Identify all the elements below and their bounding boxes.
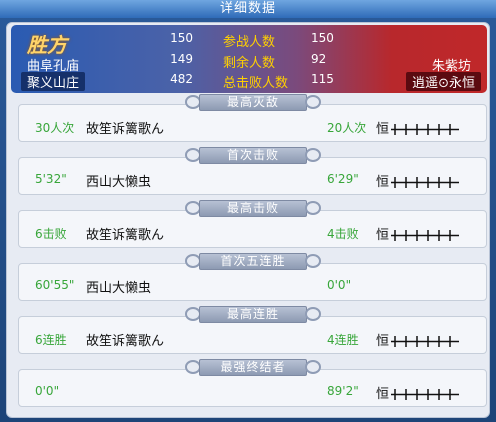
right-player-name-text: 恒 xyxy=(376,122,390,137)
rank-marks-icon xyxy=(391,229,460,242)
record-panel-top-streak: 最高连胜 6连胜 故笙诉篱歌ん 4连胜 恒 xyxy=(18,306,487,354)
record-title-ribbon: 最高击败 xyxy=(183,199,323,219)
left-record-value: 6连胜 xyxy=(35,333,67,347)
swirl-ornament-icon xyxy=(305,148,321,162)
left-stat-value: 149 xyxy=(170,52,193,66)
right-player-name xyxy=(376,277,378,292)
stat-row-participants: 150 参战人数 150 xyxy=(161,31,361,50)
record-panel-strongest-finisher: 最强终结者 0'0" 89'2" 恒 xyxy=(18,359,487,407)
right-record-value: 6'29" xyxy=(327,172,359,186)
left-team-name-2: 聚义山庄 xyxy=(21,72,86,91)
record-panel-first-five-streak: 首次五连胜 60'55" 西山大懒虫 0'0" xyxy=(18,253,487,301)
left-record-value: 0'0" xyxy=(35,384,60,398)
record-title-ribbon: 最高灭敌 xyxy=(183,93,323,113)
right-record-value: 0'0" xyxy=(327,278,352,292)
record-title-ribbon: 最高连胜 xyxy=(183,305,323,325)
rank-marks-icon xyxy=(391,335,460,348)
left-player-name: 故笙诉篱歌ん xyxy=(86,228,165,243)
stat-row-total-defeated: 482 总击败人数 115 xyxy=(161,72,361,91)
right-player-name: 恒 xyxy=(376,224,460,243)
swirl-ornament-icon xyxy=(305,307,321,321)
right-player-name: 恒 xyxy=(376,383,460,402)
left-record-value: 6击败 xyxy=(35,227,67,241)
right-player-name-text: 恒 xyxy=(376,334,390,349)
record-panel-top-kills: 最高灭敌 30人次 故笙诉篱歌ん 20人次 恒 xyxy=(18,94,487,142)
rank-marks-icon xyxy=(391,388,460,401)
rank-marks-icon xyxy=(391,123,460,136)
right-record-value: 4击败 xyxy=(327,227,359,241)
record-panel-first-defeat: 首次击败 5'32" 西山大懒虫 6'29" 恒 xyxy=(18,147,487,195)
detail-window: 详细数据 胜方 曲阜孔庙 聚义山庄 朱紫坊 逍遥⊙永恒 150 参战人数 150… xyxy=(0,0,496,422)
right-team-name-2: 逍遥⊙永恒 xyxy=(406,72,481,91)
record-title-ribbon: 最强终结者 xyxy=(183,358,323,378)
record-title-ribbon: 首次五连胜 xyxy=(183,252,323,272)
left-player-name: 故笙诉篱歌ん xyxy=(86,334,165,349)
right-record-value: 20人次 xyxy=(327,121,367,135)
battle-summary-banner: 胜方 曲阜孔庙 聚义山庄 朱紫坊 逍遥⊙永恒 150 参战人数 150 149 … xyxy=(11,25,487,93)
right-stat-value: 150 xyxy=(311,31,334,45)
right-player-name: 恒 xyxy=(376,330,460,349)
record-title: 最强终结者 xyxy=(199,359,307,376)
record-title: 首次击败 xyxy=(199,147,307,164)
right-player-name-text: 恒 xyxy=(376,387,390,402)
record-title: 最高灭敌 xyxy=(199,94,307,111)
right-player-name: 恒 xyxy=(376,171,460,190)
swirl-ornament-icon xyxy=(305,95,321,109)
left-stat-value: 482 xyxy=(170,72,193,86)
right-player-name: 恒 xyxy=(376,118,460,137)
right-player-name-text: 恒 xyxy=(376,228,390,243)
record-title-ribbon: 首次击败 xyxy=(183,146,323,166)
swirl-ornament-icon xyxy=(305,254,321,268)
right-player-name-text: 恒 xyxy=(376,175,390,190)
right-record-value: 4连胜 xyxy=(327,333,359,347)
left-player-name: 故笙诉篱歌ん xyxy=(86,122,165,137)
stat-label: 剩余人数 xyxy=(223,56,276,71)
record-title: 首次五连胜 xyxy=(199,253,307,270)
stat-label: 参战人数 xyxy=(223,35,276,50)
stat-row-remaining: 149 剩余人数 92 xyxy=(161,52,361,71)
left-record-value: 30人次 xyxy=(35,121,75,135)
left-player-name: 西山大懒虫 xyxy=(86,281,152,296)
record-title: 最高连胜 xyxy=(199,306,307,323)
right-stat-value: 115 xyxy=(311,72,334,86)
window-title: 详细数据 xyxy=(0,0,496,18)
record-title: 最高击败 xyxy=(199,200,307,217)
rank-marks-icon xyxy=(391,176,460,189)
left-player-name: 西山大懒虫 xyxy=(86,175,152,190)
left-record-value: 5'32" xyxy=(35,172,67,186)
left-stat-value: 150 xyxy=(170,31,193,45)
swirl-ornament-icon xyxy=(305,360,321,374)
left-record-value: 60'55" xyxy=(35,278,75,292)
winner-label: 胜方 xyxy=(27,33,67,57)
content-area: 胜方 曲阜孔庙 聚义山庄 朱紫坊 逍遥⊙永恒 150 参战人数 150 149 … xyxy=(6,22,490,418)
right-record-value: 89'2" xyxy=(327,384,359,398)
stat-label: 总击败人数 xyxy=(223,76,289,91)
record-panel-top-defeats: 最高击败 6击败 故笙诉篱歌ん 4击败 恒 xyxy=(18,200,487,248)
swirl-ornament-icon xyxy=(305,201,321,215)
right-stat-value: 92 xyxy=(311,52,327,66)
